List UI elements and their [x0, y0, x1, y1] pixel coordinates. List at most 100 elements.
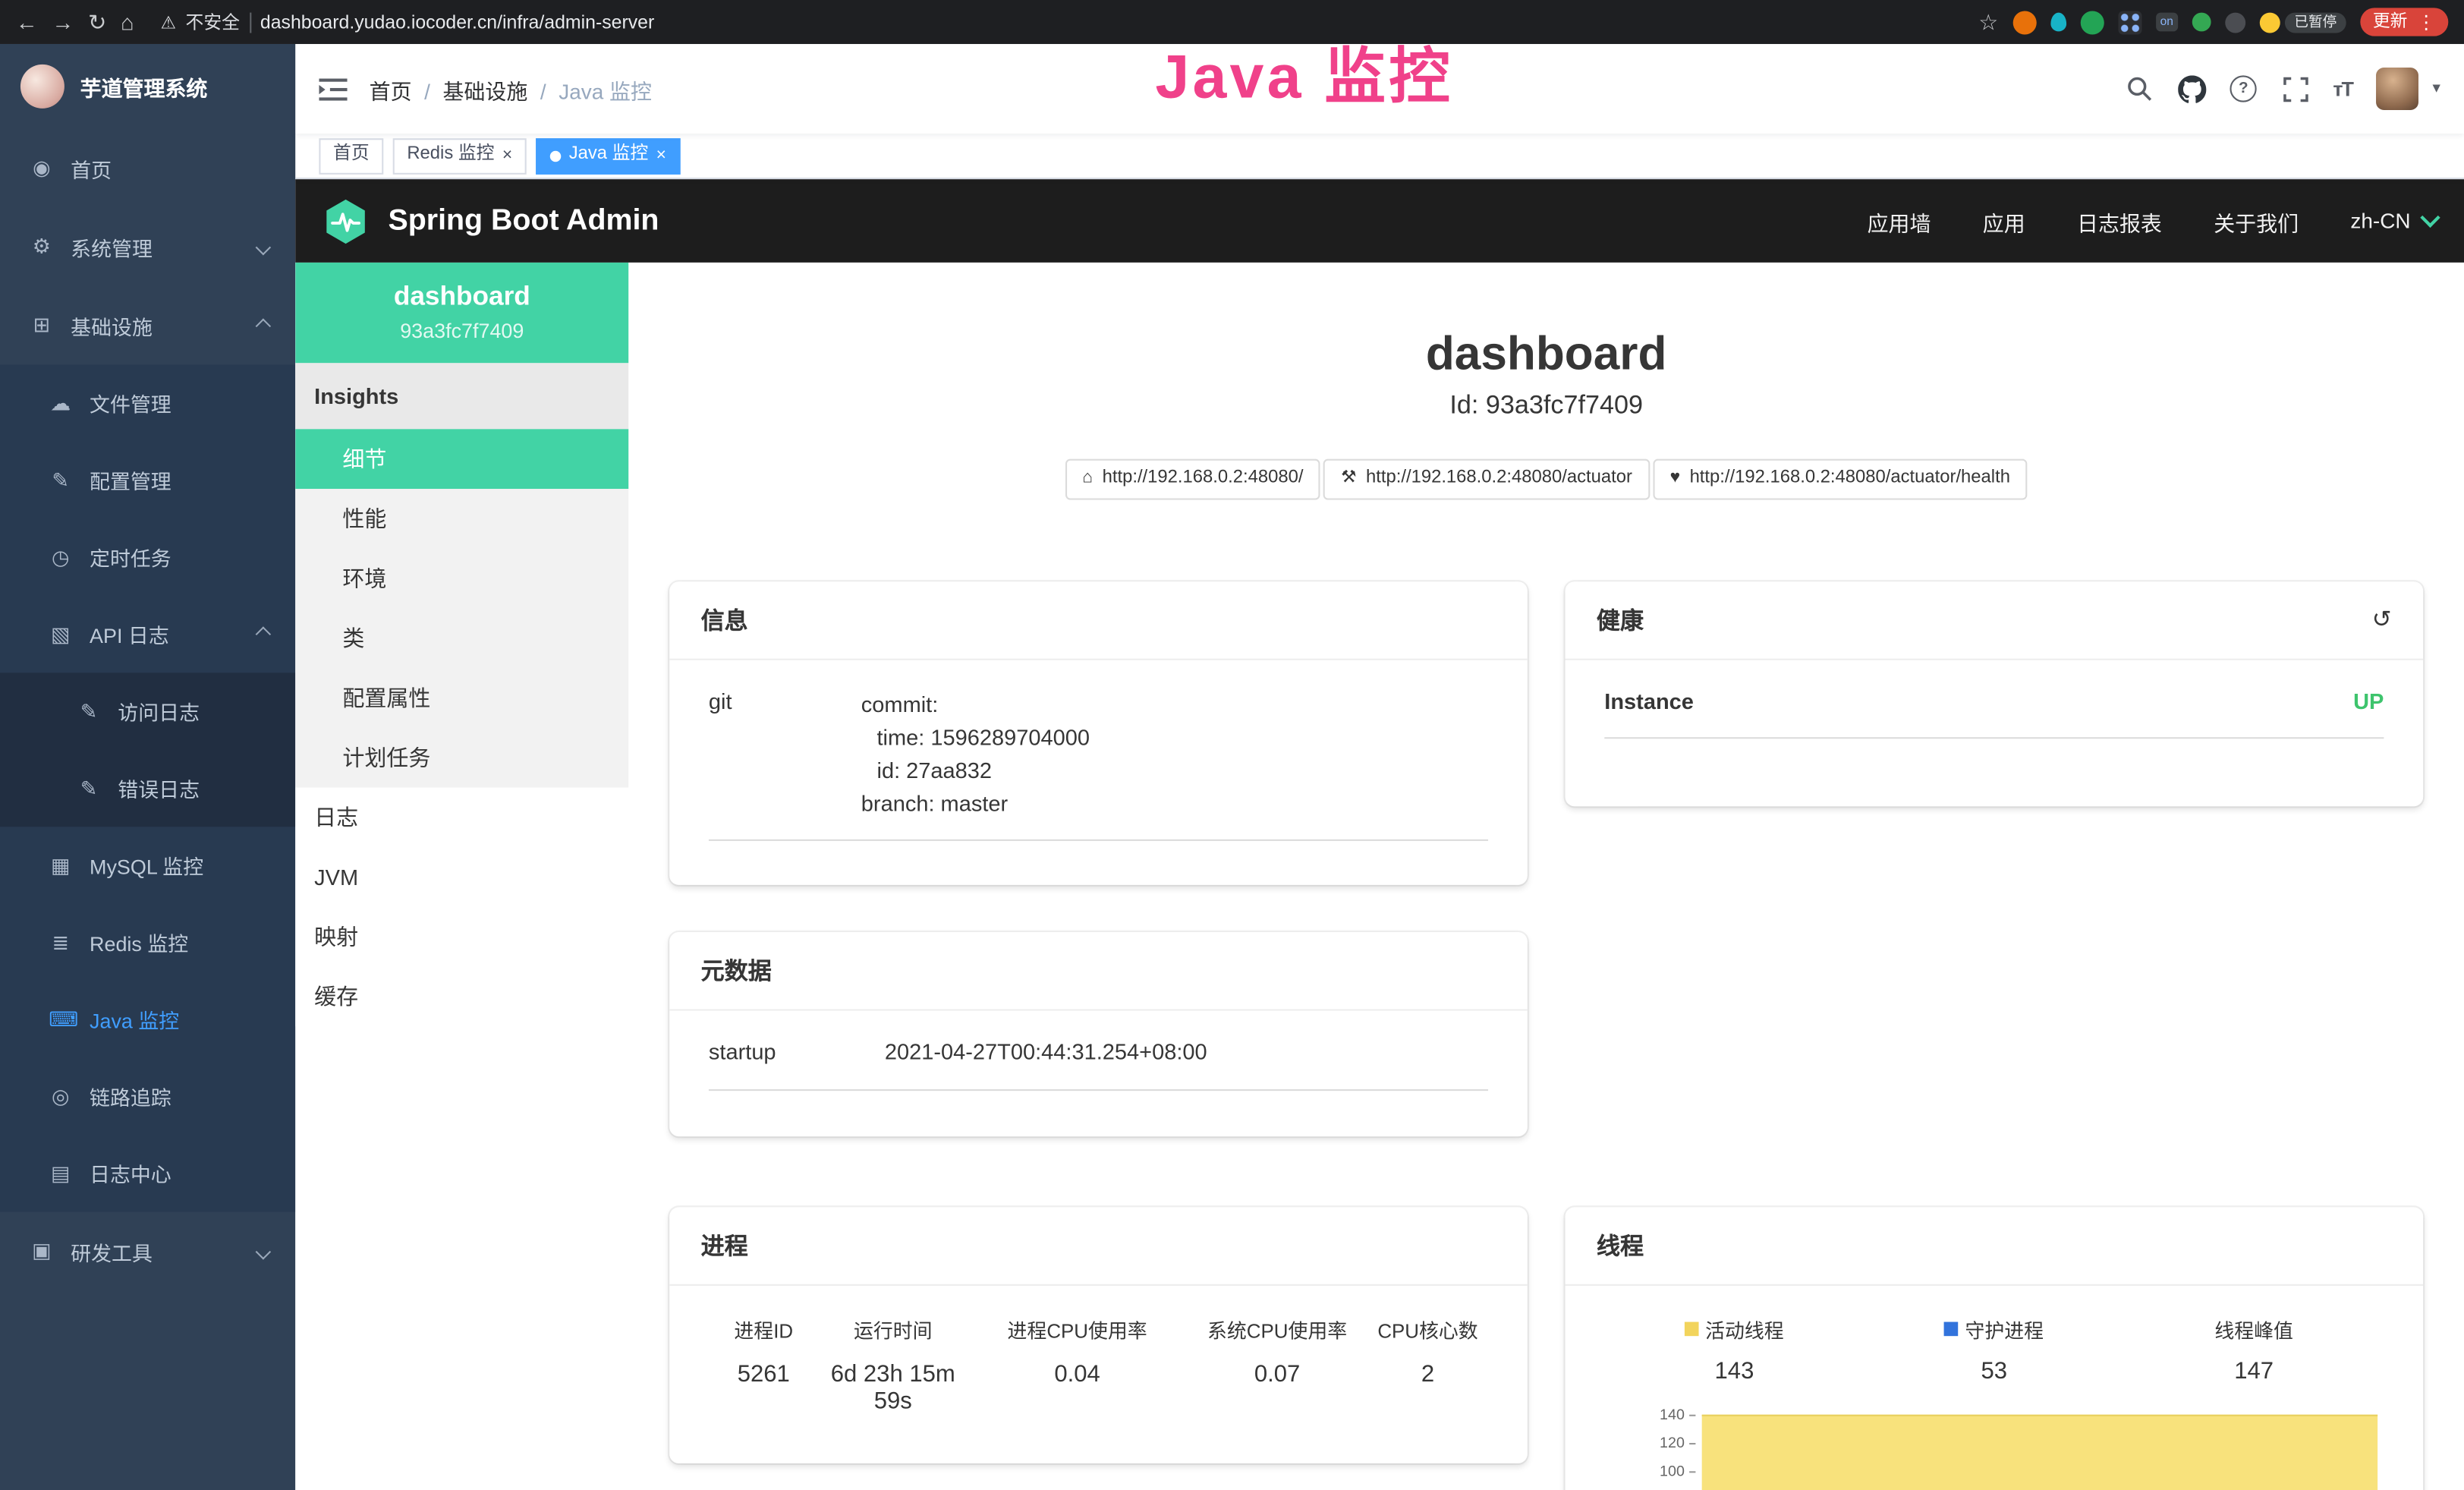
home-icon[interactable]: ⌂ [121, 11, 134, 33]
page-title: dashboard [628, 329, 2464, 382]
sidebar-item-home[interactable]: ◉ 首页 [0, 129, 295, 208]
active-dot [550, 150, 561, 161]
service-url-button[interactable]: ⌂ http://192.168.0.2:48080/ [1065, 459, 1321, 499]
hamburger-icon[interactable] [319, 76, 347, 101]
actuator-url-button[interactable]: ⚒ http://192.168.0.2:48080/actuator [1323, 459, 1649, 499]
sidebar-item-api-log[interactable]: ▧ API 日志 [0, 596, 295, 673]
legend-value: 53 [1865, 1357, 2124, 1384]
sba-section-insights: Insights [295, 363, 628, 429]
extension-on-badge[interactable]: on [2155, 13, 2178, 31]
health-url-button[interactable]: ♥ http://192.168.0.2:48080/actuator/heal… [1653, 459, 2028, 499]
tab-home[interactable]: 首页 [319, 137, 383, 174]
sidebar-item-mysql[interactable]: ▦ MySQL 监控 [0, 827, 295, 903]
extension-icon-6[interactable] [2225, 12, 2245, 33]
instance-health-row[interactable]: Instance UP [1604, 688, 2384, 738]
sidebar-item-log-center[interactable]: ▤ 日志中心 [0, 1135, 295, 1211]
tab-label: Java 监控 [569, 146, 649, 165]
sidebar-item-access-log[interactable]: ✎ 访问日志 [0, 673, 295, 749]
sba-nav-applications[interactable]: 应用 [1983, 205, 2025, 236]
close-icon[interactable]: × [502, 147, 512, 165]
sba-item-metrics[interactable]: 性能 [295, 489, 628, 549]
extension-icon-1[interactable] [2012, 10, 2036, 33]
sba-item-logs[interactable]: 日志 [295, 787, 628, 847]
sba-nav-wallboard[interactable]: 应用墙 [1868, 205, 1931, 236]
page-subtitle: Id: 93a3fc7f7409 [628, 392, 2464, 421]
legend-value: 147 [2124, 1357, 2384, 1384]
fullscreen-icon[interactable] [2281, 74, 2309, 102]
extension-icon-3[interactable] [2080, 10, 2104, 33]
sba-item-scheduledtasks[interactable]: 计划任务 [295, 728, 628, 788]
sidebar-item-dev-tools[interactable]: ▣ 研发工具 [0, 1212, 295, 1291]
sidebar-item-job[interactable]: ◷ 定时任务 [0, 518, 295, 595]
kebab-menu-icon[interactable]: ⋮ [2417, 13, 2436, 32]
sidebar-item-error-log[interactable]: ✎ 错误日志 [0, 750, 295, 827]
process-stat: 进程CPU使用率 0.04 [968, 1313, 1187, 1414]
breadcrumb-infra[interactable]: 基础设施 [442, 73, 559, 104]
process-stat: CPU核心数 2 [1367, 1313, 1488, 1414]
sidebar-item-redis[interactable]: ≣ Redis 监控 [0, 904, 295, 981]
github-icon[interactable] [2177, 74, 2205, 102]
address-bar[interactable]: ⚠ 不安全 dashboard.yudao.iocoder.cn/infra/a… [161, 9, 655, 34]
sba-sidebar: dashboard 93a3fc7f7409 Insights 细节 性能 环境… [295, 263, 628, 1490]
font-size-icon[interactable]: тT [2333, 77, 2352, 100]
refresh-icon[interactable]: ↻ [88, 11, 106, 33]
search-icon[interactable] [2126, 74, 2154, 102]
sba-item-details[interactable]: 细节 [295, 429, 628, 489]
sba-nav-journal[interactable]: 日志报表 [2077, 205, 2162, 236]
threads-chart: 140 120 100 [1604, 1401, 2384, 1490]
sba-app-id: 93a3fc7f7409 [295, 319, 628, 342]
git-branch-line: branch: master [861, 786, 1488, 819]
extension-icon-4[interactable] [2118, 10, 2141, 33]
history-icon[interactable]: ↺ [2372, 605, 2392, 633]
info-card: 信息 git commit: time: 1596289704000 id: 2 [669, 581, 1528, 884]
forward-icon[interactable]: → [52, 11, 74, 33]
browser-toolbar: ← → ↻ ⌂ ⚠ 不安全 dashboard.yudao.iocoder.cn… [0, 0, 2464, 44]
url-text[interactable]: dashboard.yudao.iocoder.cn/infra/admin-s… [260, 11, 654, 33]
security-label: 不安全 [186, 9, 240, 34]
help-icon[interactable]: ? [2230, 74, 2258, 102]
stat-label: CPU核心数 [1367, 1313, 1488, 1343]
sidebar-item-label: Redis 监控 [90, 928, 188, 957]
startup-row: startup 2021-04-27T00:44:31.254+08:00 [709, 1038, 1488, 1090]
sidebar-item-config[interactable]: ✎ 配置管理 [0, 442, 295, 518]
sba-nav-about[interactable]: 关于我们 [2214, 205, 2299, 236]
sidebar-item-java[interactable]: ⌨ Java 监控 [0, 981, 295, 1057]
sidebar-item-trace[interactable]: ◎ 链路追踪 [0, 1058, 295, 1135]
legend-swatch-daemon [1945, 1321, 1959, 1336]
cards-left-column: 信息 git commit: time: 1596289704000 id: 2 [669, 581, 1528, 1463]
tab-redis[interactable]: Redis 监控 × [393, 137, 527, 174]
sidebar-item-file[interactable]: ☁ 文件管理 [0, 364, 295, 441]
extension-icon-5[interactable] [2192, 13, 2211, 32]
sba-navbar: Spring Boot Admin 应用墙 应用 日志报表 关于我们 zh-CN [295, 179, 2464, 263]
avatar[interactable] [2376, 68, 2418, 110]
sba-brand[interactable]: Spring Boot Admin [323, 197, 659, 244]
stat-value: 6d 23h 15m 59s [819, 1360, 968, 1413]
extension-paused-group[interactable]: 已暂停 [2260, 12, 2346, 33]
sba-item-jvm[interactable]: JVM [295, 847, 628, 907]
sidebar-item-infra[interactable]: ⊞ 基础设施 [0, 286, 295, 365]
sba-item-classes[interactable]: 类 [295, 608, 628, 668]
stat-value: 2 [1367, 1360, 1488, 1387]
sidebar-item-system[interactable]: ⚙ 系统管理 [0, 207, 295, 286]
info-card-title: 信息 [701, 603, 748, 635]
tab-java[interactable]: Java 监控 × [536, 137, 680, 174]
sba-item-mappings[interactable]: 映射 [295, 907, 628, 967]
sba-content: dashboard Id: 93a3fc7f7409 ⌂ http://192.… [628, 263, 2464, 1490]
home-icon: ⌂ [1082, 471, 1093, 488]
locale-selector[interactable]: zh-CN [2350, 209, 2437, 232]
header-actions: ? тT ▾ [2126, 68, 2440, 110]
close-icon[interactable]: × [656, 147, 666, 165]
back-icon[interactable]: ← [16, 11, 38, 33]
smiley-extension-icon [2260, 12, 2280, 33]
avatar-caret-icon[interactable]: ▾ [2433, 80, 2440, 98]
sba-app-header[interactable]: dashboard 93a3fc7f7409 [295, 263, 628, 364]
chevron-down-icon [256, 1243, 271, 1259]
sba-item-caches[interactable]: 缓存 [295, 967, 628, 1027]
sidebar-item-label: 链路追踪 [90, 1082, 172, 1111]
bookmark-star-icon[interactable]: ☆ [1978, 11, 1998, 33]
extension-icon-2[interactable] [2050, 13, 2066, 32]
sba-item-configprops[interactable]: 配置属性 [295, 668, 628, 728]
sba-item-environment[interactable]: 环境 [295, 549, 628, 609]
breadcrumb-home[interactable]: 首页 [370, 73, 443, 104]
update-button[interactable]: 更新 ⋮ [2360, 8, 2448, 36]
